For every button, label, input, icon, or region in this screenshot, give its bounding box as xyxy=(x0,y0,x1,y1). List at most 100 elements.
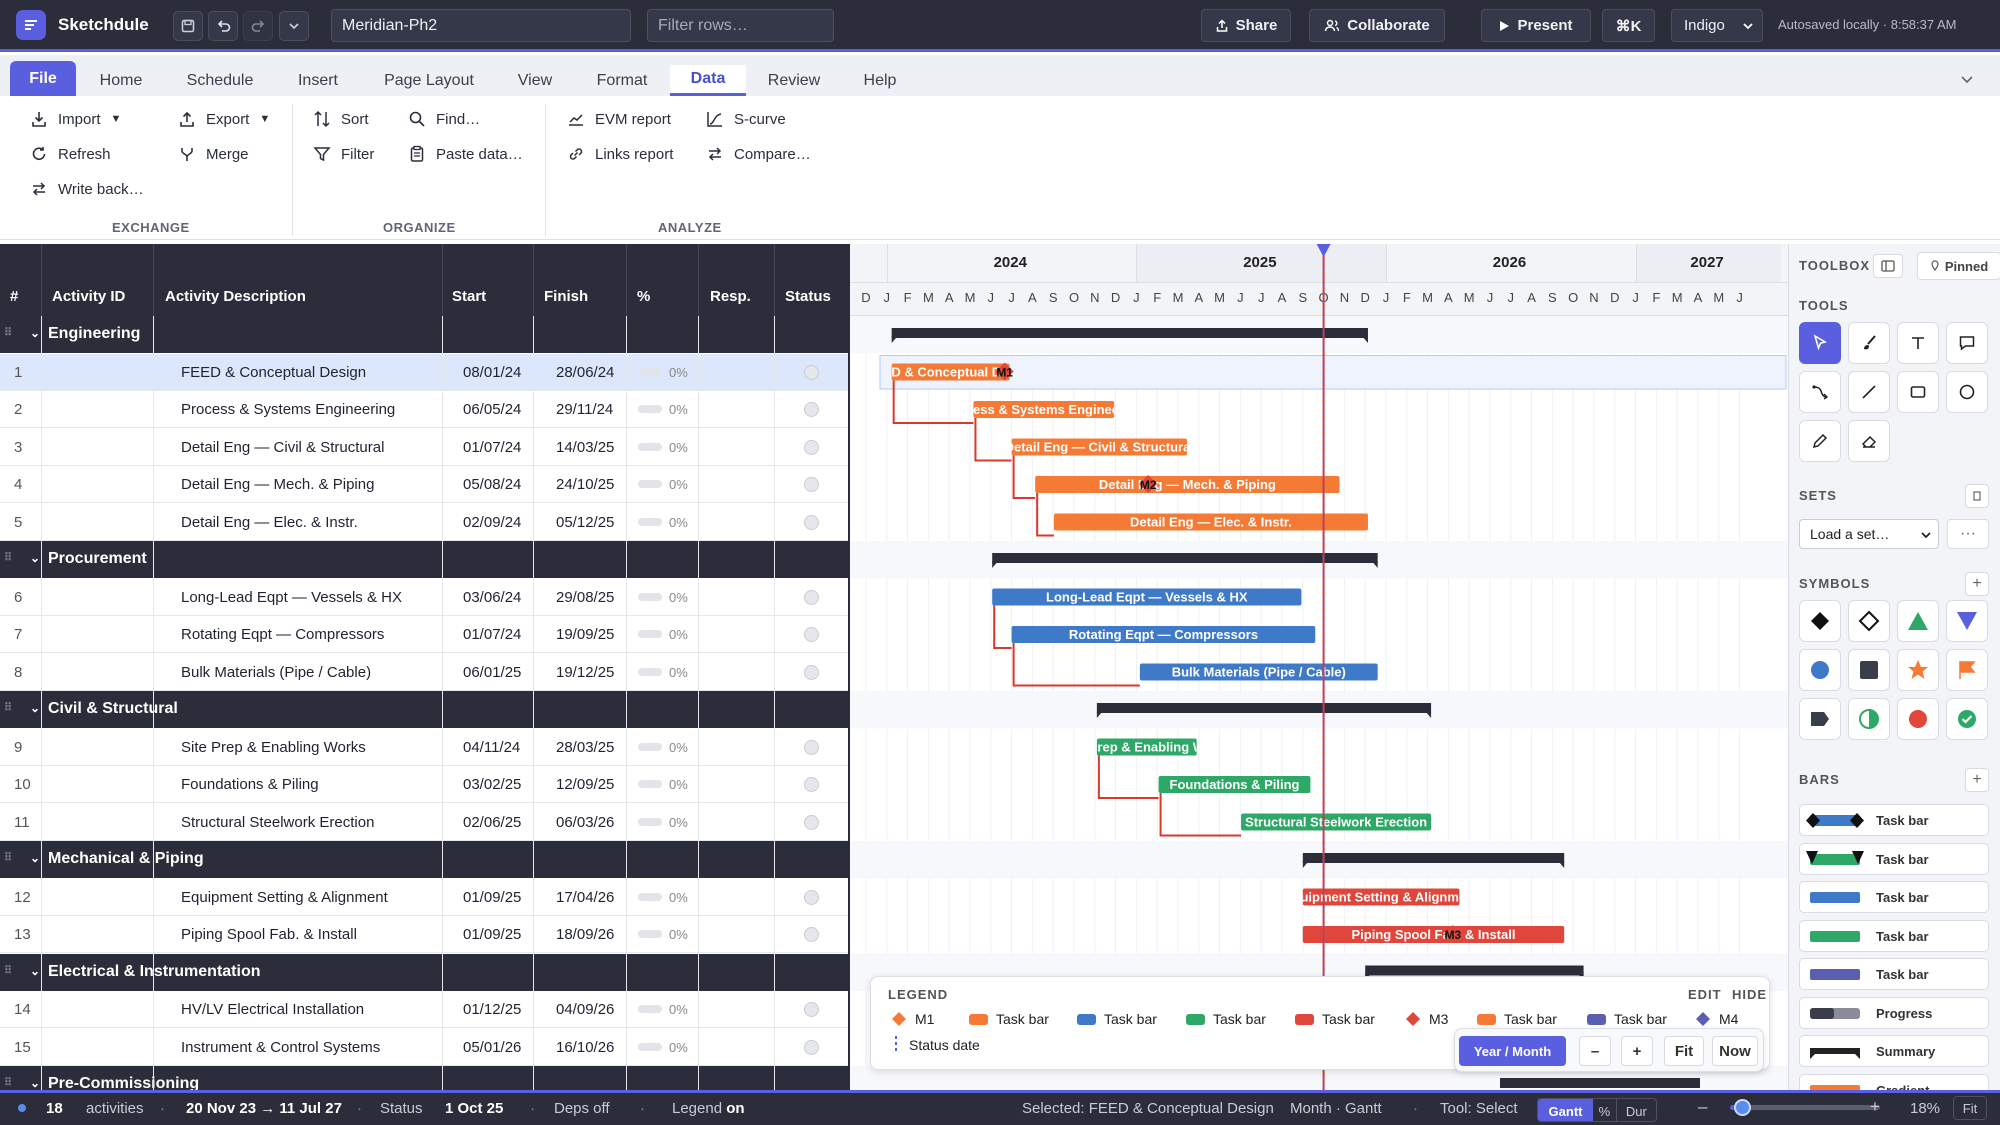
finish-date[interactable]: 28/06/24 xyxy=(556,364,614,381)
status-date-marker[interactable] xyxy=(1316,244,1331,257)
summary-bar[interactable] xyxy=(1096,703,1432,713)
table-row[interactable]: 12 Equipment Setting & Alignment 01/09/25 1… xyxy=(0,879,849,916)
collapse-chevron-icon[interactable]: ⌄ xyxy=(30,701,40,715)
table-row[interactable]: 13 Piping Spool Fab. & Install 01/09/25 18/… xyxy=(0,916,849,953)
timescale-mode-button[interactable]: Year / Month xyxy=(1459,1036,1566,1066)
segment-percent[interactable]: % xyxy=(1593,1099,1617,1121)
collapse-chevron-icon[interactable]: ⌄ xyxy=(30,851,40,865)
status-indicator[interactable] xyxy=(804,664,819,680)
group-row[interactable]: ⠿ ⌄ Civil & Structural xyxy=(0,691,849,728)
drag-handle-icon[interactable]: ⠿ xyxy=(4,551,12,564)
start-date[interactable]: 02/06/25 xyxy=(463,814,521,831)
symbol-tag-shape[interactable] xyxy=(1799,698,1841,740)
activity-description[interactable]: Piping Spool Fab. & Install xyxy=(181,926,357,943)
table-row[interactable]: 15 Instrument & Control Systems 05/01/26 16… xyxy=(0,1029,849,1066)
undo-button[interactable] xyxy=(208,11,238,41)
more-menu-button[interactable] xyxy=(279,11,309,41)
connector-tool[interactable] xyxy=(1799,371,1841,413)
percent-complete[interactable]: 0% xyxy=(669,1040,688,1055)
status-indicator[interactable] xyxy=(804,477,819,492)
zoom-slider-thumb[interactable] xyxy=(1734,1099,1751,1116)
refresh-button[interactable]: Refresh xyxy=(30,145,111,163)
dependency-link[interactable] xyxy=(974,418,1012,462)
collapse-chevron-icon[interactable]: ⌄ xyxy=(30,326,40,340)
symbol-triangle-down[interactable] xyxy=(1946,600,1988,642)
tab-data[interactable]: Data xyxy=(670,65,746,96)
bar-style-item[interactable]: Gradient xyxy=(1799,1073,1989,1090)
save-button[interactable] xyxy=(173,11,203,41)
group-row[interactable]: ⠿ ⌄ Mechanical & Piping xyxy=(0,841,849,878)
bar-style-item[interactable]: Task bar xyxy=(1799,804,1989,836)
activity-description[interactable]: Instrument & Control Systems xyxy=(181,1039,380,1056)
percent-complete[interactable]: 0% xyxy=(669,890,688,905)
table-row[interactable]: 1 FEED & Conceptual Design 08/01/24 28/06/2… xyxy=(0,353,849,391)
table-row[interactable]: 3 Detail Eng — Civil & Structural 01/07/24… xyxy=(0,429,849,466)
select-tool[interactable] xyxy=(1799,322,1841,364)
finish-date[interactable]: 17/04/26 xyxy=(556,889,614,906)
table-row[interactable]: 14 HV/LV Electrical Installation 01/12/25 0… xyxy=(0,991,849,1028)
summary-bar[interactable] xyxy=(1365,965,1584,976)
percent-complete[interactable]: 0% xyxy=(669,477,688,492)
tab-format[interactable]: Format xyxy=(582,65,662,96)
zoom-in-status-button[interactable]: + xyxy=(1870,1097,1880,1117)
symbol-check-circle[interactable] xyxy=(1946,698,1988,740)
symbol-circle-filled[interactable] xyxy=(1799,649,1841,691)
finish-date[interactable]: 24/10/25 xyxy=(556,476,614,493)
merge-button[interactable]: Merge xyxy=(178,145,249,163)
activity-description[interactable]: Detail Eng — Mech. & Piping xyxy=(181,476,374,493)
add-bar-style-button[interactable]: + xyxy=(1965,768,1989,792)
status-indicator[interactable] xyxy=(804,627,819,642)
sets-menu-button[interactable] xyxy=(1965,484,1989,508)
rectangle-tool[interactable] xyxy=(1897,371,1939,413)
group-row[interactable]: ⠿ ⌄ Electrical & Instrumentation xyxy=(0,953,849,991)
jump-to-now-button[interactable]: Now xyxy=(1712,1036,1758,1066)
status-indicator[interactable] xyxy=(804,402,819,417)
tab-schedule[interactable]: Schedule xyxy=(172,65,268,96)
evm-report-button[interactable]: EVM report xyxy=(567,110,671,128)
tab-file[interactable]: File xyxy=(10,61,76,96)
filter-rows-input[interactable]: Filter rows… xyxy=(647,9,834,42)
load-set-select[interactable]: Load a set… xyxy=(1799,519,1939,549)
start-date[interactable]: 01/09/25 xyxy=(463,889,521,906)
filter-button[interactable]: Filter xyxy=(313,145,374,163)
theme-select[interactable]: Indigo xyxy=(1671,9,1763,42)
finish-date[interactable]: 04/09/26 xyxy=(556,1001,614,1018)
dependency-link[interactable] xyxy=(1097,755,1159,799)
start-date[interactable]: 08/01/24 xyxy=(463,364,521,381)
activity-description[interactable]: FEED & Conceptual Design xyxy=(181,364,366,381)
start-date[interactable]: 04/11/24 xyxy=(463,739,520,756)
start-date[interactable]: 01/07/24 xyxy=(463,439,521,456)
col-header-finish[interactable]: Finish xyxy=(544,288,588,305)
finish-date[interactable]: 12/09/25 xyxy=(556,776,614,793)
collapse-chevron-icon[interactable]: ⌄ xyxy=(30,964,40,978)
toggle-panel-button[interactable] xyxy=(1873,254,1903,278)
percent-complete[interactable]: 0% xyxy=(669,402,688,417)
zoom-in-button[interactable]: + xyxy=(1621,1036,1653,1066)
tab-insert[interactable]: Insert xyxy=(286,65,350,96)
col-header-status[interactable]: Status xyxy=(785,288,831,305)
bar-style-item[interactable]: Task bar xyxy=(1799,919,1989,952)
dependency-link[interactable] xyxy=(993,605,1012,649)
activity-description[interactable]: Long-Lead Eqpt — Vessels & HX xyxy=(181,589,402,606)
drag-handle-icon[interactable]: ⠿ xyxy=(4,964,12,977)
tab-view[interactable]: View xyxy=(508,65,562,96)
activity-description[interactable]: Equipment Setting & Alignment xyxy=(181,889,388,906)
table-row[interactable]: 7 Rotating Eqpt — Compressors 01/07/24 19/0… xyxy=(0,616,849,653)
group-row[interactable]: ⠿ ⌄ Engineering xyxy=(0,316,849,353)
drag-handle-icon[interactable]: ⠿ xyxy=(4,701,12,714)
status-indicator[interactable] xyxy=(804,814,819,830)
zoom-fit-button[interactable]: Fit xyxy=(1664,1036,1704,1066)
zoom-out-status-button[interactable]: – xyxy=(1698,1097,1707,1117)
group-row[interactable]: ⠿ ⌄ Procurement xyxy=(0,541,849,578)
percent-complete[interactable]: 0% xyxy=(669,665,688,680)
drag-handle-icon[interactable]: ⠿ xyxy=(4,1076,12,1089)
percent-complete[interactable]: 0% xyxy=(669,927,688,942)
table-row[interactable]: 4 Detail Eng — Mech. & Piping 05/08/24 24/1… xyxy=(0,466,849,503)
table-row[interactable]: 10 Foundations & Piling 03/02/25 12/09/25 0% xyxy=(0,766,849,803)
status-date-value[interactable]: 1 Oct 25 xyxy=(445,1100,503,1117)
redo-button[interactable] xyxy=(243,11,273,41)
symbol-star[interactable] xyxy=(1897,649,1939,691)
start-date[interactable]: 06/05/24 xyxy=(463,401,521,418)
start-date[interactable]: 01/12/25 xyxy=(463,1001,521,1018)
percent-complete[interactable]: 0% xyxy=(669,627,688,642)
